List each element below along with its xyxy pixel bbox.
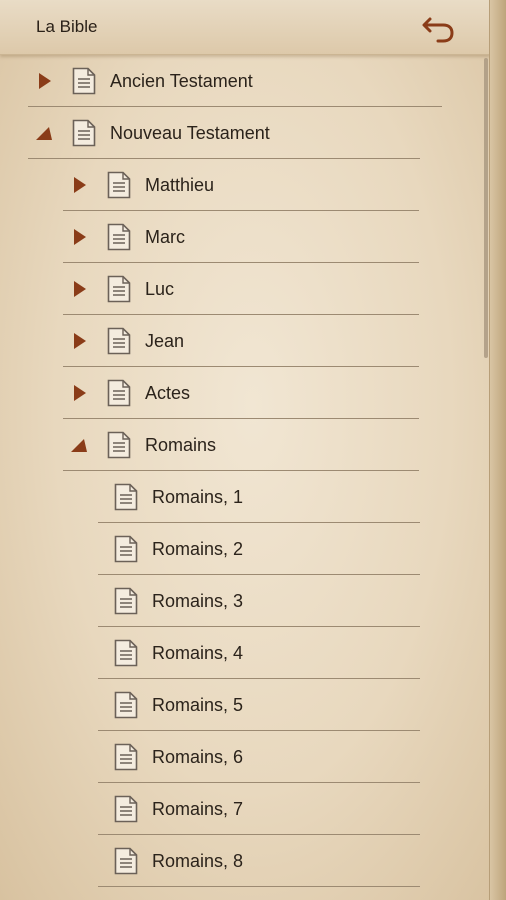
expand-arrow-icon [74,385,86,401]
scrollbar[interactable] [484,58,488,358]
tree-item-label: Luc [145,279,175,299]
page-edge [489,0,506,900]
undo-arrow-icon [422,17,454,43]
back-button[interactable] [418,10,458,44]
tree-item-label: Ancien Testament [110,71,253,91]
document-icon [114,743,138,771]
document-icon [114,847,138,875]
tree-item-label: Nouveau Testament [110,123,270,143]
document-icon [107,431,131,459]
tree-item-chapter[interactable]: Romains, 1 [98,471,420,523]
tree-item-chapter[interactable]: Romains, 7 [98,783,420,835]
tree-item-label: Romains [145,435,217,455]
bible-navigation-screen: La Bible Ancien Testament Nouveau Testam… [0,0,506,900]
tree-item-luc[interactable]: Luc [63,263,423,315]
tree-item-label: Romains, 7 [152,799,244,819]
tree-item-chapter[interactable]: Romains, 3 [98,575,420,627]
separator [98,886,420,887]
tree-item-chapter[interactable]: Romains, 4 [98,627,420,679]
tree-item-actes[interactable]: Actes [63,367,423,419]
tree-item-label: Romains, 8 [152,851,244,871]
expand-arrow-icon [74,177,86,193]
tree-item-label: Romains, 5 [152,695,244,715]
tree-item-chapter[interactable]: Romains, 5 [98,679,420,731]
document-icon [114,535,138,563]
tree-item-ancien-testament[interactable]: Ancien Testament [28,55,442,107]
document-icon [114,639,138,667]
document-icon [107,379,131,407]
tree-item-chapter[interactable]: Romains, 8 [98,835,420,887]
document-icon [114,795,138,823]
expand-arrow-icon [74,229,86,245]
document-icon [114,691,138,719]
tree-item-marc[interactable]: Marc [63,211,423,263]
tree-item-label: Romains, 1 [152,487,244,507]
collapse-arrow-icon [71,439,87,452]
tree-item-label: Romains, 3 [152,591,244,611]
document-icon [107,327,131,355]
expand-arrow-icon [74,333,86,349]
document-icon [107,171,131,199]
collapse-arrow-icon [36,127,52,140]
document-icon [114,483,138,511]
tree-item-label: Romains, 2 [152,539,244,559]
tree-item-chapter[interactable]: Romains, 6 [98,731,420,783]
tree-item-label: Romains, 6 [152,747,244,767]
document-icon [107,223,131,251]
tree-item-chapter[interactable]: Romains, 2 [98,523,420,575]
tree-item-label: Jean [145,331,185,351]
tree-item-matthieu[interactable]: Matthieu [63,159,423,211]
document-icon [114,587,138,615]
tree-item-jean[interactable]: Jean [63,315,423,367]
app-title: La Bible [36,17,98,36]
tree-item-label: Romains, 4 [152,643,244,663]
tree-item-label: Matthieu [145,175,215,195]
document-icon [72,67,96,95]
tree-item-label: Marc [145,227,185,247]
tree-item-nouveau-testament[interactable]: Nouveau Testament [28,107,442,159]
tree-item-romains[interactable]: Romains [63,419,423,471]
tree-item-label: Actes [145,383,191,403]
document-icon [107,275,131,303]
document-icon [72,119,96,147]
app-header: La Bible [0,0,490,55]
expand-arrow-icon [39,73,51,89]
expand-arrow-icon [74,281,86,297]
